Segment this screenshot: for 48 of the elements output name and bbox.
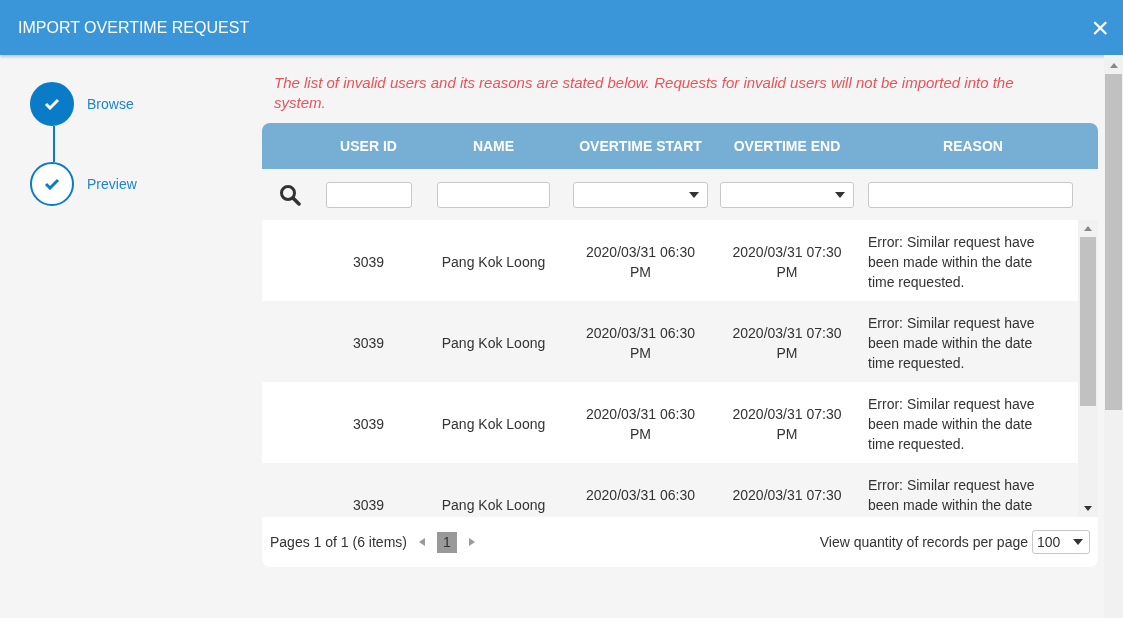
next-page-icon[interactable] bbox=[468, 538, 475, 546]
page-size-dropdown[interactable]: 100 bbox=[1032, 530, 1090, 554]
previous-page-icon[interactable] bbox=[418, 538, 425, 546]
close-button[interactable]: × bbox=[1087, 12, 1113, 43]
table-cell: Error: Similar request have been made within the date time requested. bbox=[868, 396, 1035, 452]
filter-field[interactable] bbox=[868, 181, 1073, 208]
scrollbar[interactable] bbox=[1078, 220, 1098, 517]
column-header[interactable]: OVERTIME START bbox=[579, 138, 702, 154]
caret-icon[interactable] bbox=[689, 191, 699, 198]
scroll-up-icon[interactable] bbox=[1109, 63, 1118, 68]
table-cell-text: 2020/03/31 07:30 PM bbox=[731, 405, 843, 444]
step-label[interactable]: Browse bbox=[87, 96, 134, 112]
page-summary: Pages 1 of 1 (6 items) bbox=[270, 534, 407, 550]
caret-icon[interactable] bbox=[1073, 539, 1083, 545]
table-cell: Pang Kok Loong bbox=[441, 416, 546, 432]
table-cell-text: 2020/03/31 07:30 bbox=[732, 486, 842, 505]
table-cell: Pang Kok Loong bbox=[441, 497, 546, 513]
scroll-up-icon[interactable] bbox=[1084, 226, 1092, 231]
table-cell: Pang Kok Loong bbox=[441, 335, 546, 351]
table-cell: Error: Similar request have been made within the date time requested. bbox=[868, 315, 1035, 371]
filter-field[interactable] bbox=[325, 181, 412, 208]
column-header[interactable]: USER ID bbox=[340, 138, 397, 154]
table-cell: 3039 bbox=[352, 254, 385, 270]
table-cell-text: 2020/03/31 06:30 PM bbox=[585, 243, 696, 282]
column-header[interactable]: REASON bbox=[943, 138, 1003, 154]
caret-icon[interactable] bbox=[835, 191, 845, 198]
step-label[interactable]: Preview bbox=[87, 176, 137, 192]
table-cell: Error: Similar request have been made within the date time requested. bbox=[868, 234, 1035, 290]
page-button[interactable]: 1 bbox=[436, 531, 457, 553]
table-cell: 3039 bbox=[352, 335, 385, 351]
table-cell: 3039 bbox=[352, 416, 385, 432]
table-cell: 3039 bbox=[352, 497, 385, 513]
table-cell-text: 2020/03/31 06:30 PM bbox=[585, 405, 696, 444]
warning-message: The list of invalid users and its reasons are stated below. Requests for invalid users will not be imported into the system. bbox=[273, 73, 1015, 113]
column-header[interactable]: NAME bbox=[472, 138, 515, 154]
window-title: IMPORT OVERTIME REQUEST bbox=[18, 18, 250, 37]
table-cell-text: 2020/03/31 07:30 PM bbox=[731, 324, 843, 363]
search-icon[interactable] bbox=[278, 183, 301, 206]
table-cell-text: 2020/03/31 06:30 bbox=[586, 486, 695, 505]
scroll-down-icon[interactable] bbox=[1084, 506, 1092, 511]
column-header[interactable]: OVERTIME END bbox=[733, 138, 841, 154]
table-cell-text: 2020/03/31 06:30 PM bbox=[585, 324, 696, 363]
table-cell: Error: Similar request have been made within the date bbox=[868, 477, 1035, 513]
table-cell-text: 2020/03/31 07:30 PM bbox=[731, 243, 843, 282]
scrollbar[interactable] bbox=[1104, 55, 1123, 618]
filter-field[interactable] bbox=[437, 181, 550, 208]
page-size-label: View quantity of records per page bbox=[819, 534, 1028, 550]
table-cell: Pang Kok Loong bbox=[441, 254, 546, 270]
